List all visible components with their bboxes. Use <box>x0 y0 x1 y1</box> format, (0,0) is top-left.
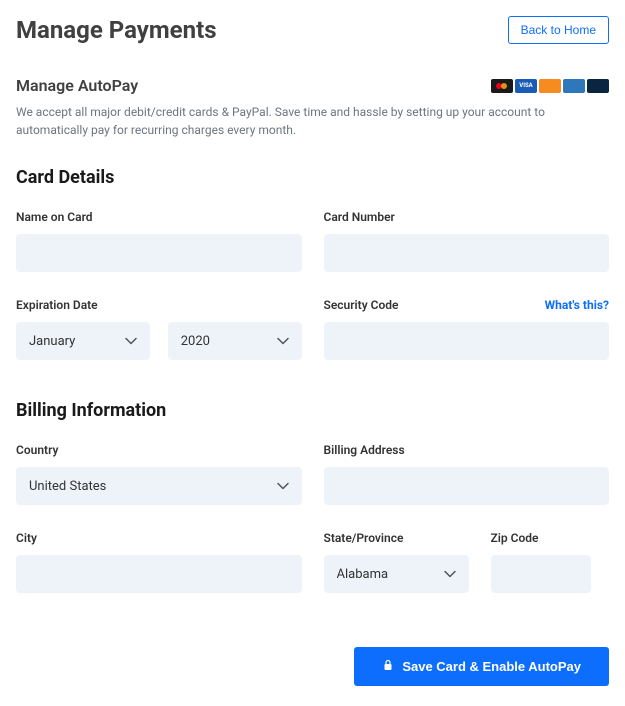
expiration-date-label: Expiration Date <box>16 298 98 312</box>
name-on-card-label: Name on Card <box>16 210 93 224</box>
billing-address-label: Billing Address <box>324 443 405 457</box>
whats-this-link[interactable]: What's this? <box>545 298 609 312</box>
amex-icon <box>563 79 585 93</box>
back-to-home-button[interactable]: Back to Home <box>508 16 609 44</box>
save-card-button[interactable]: Save Card & Enable AutoPay <box>354 647 609 686</box>
name-on-card-input[interactable] <box>16 234 302 272</box>
card-number-input[interactable] <box>324 234 610 272</box>
discover-icon <box>539 79 561 93</box>
page-title: Manage Payments <box>16 16 217 44</box>
card-number-label: Card Number <box>324 210 395 224</box>
autopay-description: We accept all major debit/credit cards &… <box>16 103 609 139</box>
mastercard-icon <box>491 79 513 93</box>
state-label: State/Province <box>324 531 404 545</box>
visa-icon: VISA <box>515 79 537 93</box>
zip-input[interactable] <box>491 555 591 593</box>
city-label: City <box>16 531 37 545</box>
card-details-heading: Card Details <box>16 167 609 188</box>
payment-card-icons: VISA <box>491 79 609 93</box>
security-code-label: Security Code <box>324 298 399 312</box>
lock-icon <box>382 659 394 674</box>
country-select[interactable]: United States <box>16 467 302 505</box>
save-card-label: Save Card & Enable AutoPay <box>402 659 581 674</box>
other-card-icon <box>587 79 609 93</box>
autopay-title: Manage AutoPay <box>16 76 138 95</box>
billing-info-heading: Billing Information <box>16 400 609 421</box>
country-label: Country <box>16 443 58 457</box>
expiration-month-select[interactable]: January <box>16 322 150 360</box>
security-code-input[interactable] <box>324 322 610 360</box>
billing-address-input[interactable] <box>324 467 610 505</box>
state-select[interactable]: Alabama <box>324 555 469 593</box>
city-input[interactable] <box>16 555 302 593</box>
expiration-year-select[interactable]: 2020 <box>168 322 302 360</box>
zip-label: Zip Code <box>491 531 539 545</box>
